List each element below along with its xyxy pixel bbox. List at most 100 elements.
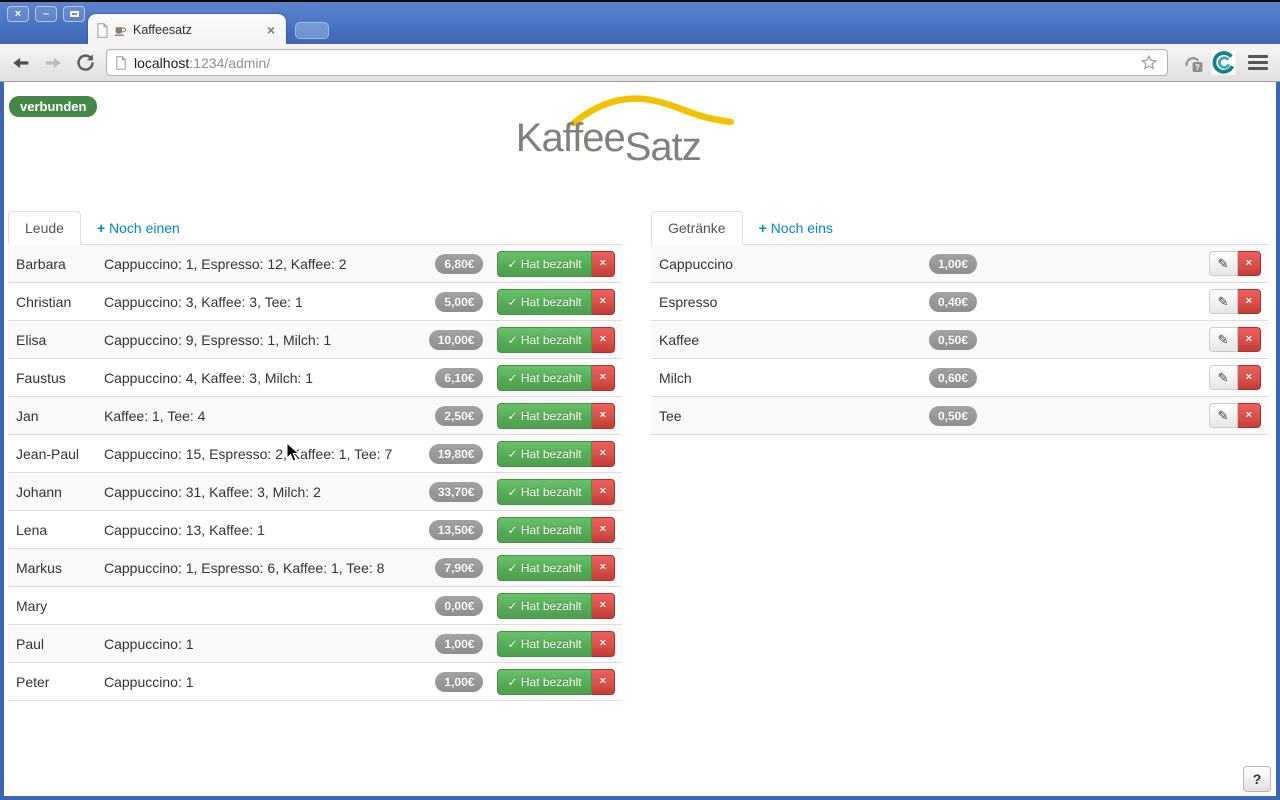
check-icon: ✓ <box>507 333 517 347</box>
person-row: Elisa Cappuccino: 9, Espresso: 1, Milch:… <box>8 321 622 359</box>
delete-person-button[interactable]: × <box>592 365 615 391</box>
window-minimize-icon[interactable]: – <box>35 6 57 22</box>
drink-name: Tee <box>659 408 929 424</box>
check-icon: ✓ <box>507 447 517 461</box>
delete-drink-button[interactable]: × <box>1238 289 1261 314</box>
tab-close-icon[interactable]: × <box>264 22 278 38</box>
logo-part2: Satz <box>625 125 701 169</box>
person-name: Jan <box>16 408 104 424</box>
delete-person-button[interactable]: × <box>592 403 615 429</box>
drinks-tabs: Getränke + Noch eins <box>651 209 1268 245</box>
delete-person-button[interactable]: × <box>592 593 615 619</box>
paid-button[interactable]: ✓ Hat bezahlt <box>497 441 591 467</box>
window-maximize-icon[interactable] <box>63 6 85 22</box>
menu-bar-icon <box>1248 67 1268 70</box>
check-icon: ✓ <box>507 637 517 651</box>
plus-icon: + <box>97 220 105 236</box>
drink-price-badge: 0,60€ <box>929 368 977 388</box>
extension-unlock-icon[interactable]: ? <box>1180 50 1206 76</box>
people-tabs: Leude + Noch einen <box>8 209 622 245</box>
help-button[interactable]: ? <box>1243 766 1271 792</box>
paid-button[interactable]: ✓ Hat bezahlt <box>497 289 591 315</box>
url-page-icon <box>115 56 127 70</box>
menu-button[interactable] <box>1244 51 1272 74</box>
pencil-icon: ✎ <box>1218 256 1229 271</box>
url-input[interactable]: localhost:1234/admin/ <box>106 49 1168 76</box>
delete-person-button[interactable]: × <box>592 517 615 543</box>
person-total-badge: 5,00€ <box>435 292 483 312</box>
delete-person-button[interactable]: × <box>592 289 615 315</box>
person-row: Paul Cappuccino: 1 1,00€ ✓ Hat bezahlt × <box>8 625 622 663</box>
edit-drink-button[interactable]: ✎ <box>1209 327 1238 352</box>
person-total-badge: 2,50€ <box>435 406 483 426</box>
delete-drink-button[interactable]: × <box>1238 327 1261 352</box>
paid-button[interactable]: ✓ Hat bezahlt <box>497 365 591 391</box>
delete-drink-button[interactable]: × <box>1238 251 1261 276</box>
paid-button[interactable]: ✓ Hat bezahlt <box>497 593 591 619</box>
paid-button[interactable]: ✓ Hat bezahlt <box>497 669 591 695</box>
person-name: Jean-Paul <box>16 446 104 462</box>
person-orders: Cappuccino: 9, Espresso: 1, Milch: 1 <box>104 332 429 348</box>
add-drink-link[interactable]: + Noch eins <box>743 212 849 244</box>
tab-people[interactable]: Leude <box>8 211 81 245</box>
check-icon: ✓ <box>507 257 517 271</box>
reload-button[interactable] <box>72 50 98 76</box>
person-name: Paul <box>16 636 104 652</box>
pencil-icon: ✎ <box>1218 332 1229 347</box>
paid-button[interactable]: ✓ Hat bezahlt <box>497 555 591 581</box>
menu-bar-icon <box>1248 61 1268 64</box>
person-orders: Cappuccino: 4, Kaffee: 3, Milch: 1 <box>104 370 435 386</box>
person-total-badge: 1,00€ <box>435 672 483 692</box>
check-icon: ✓ <box>507 485 517 499</box>
delete-drink-button[interactable]: × <box>1238 403 1261 428</box>
back-button[interactable] <box>8 50 34 76</box>
person-name: Mary <box>16 598 104 614</box>
paid-button[interactable]: ✓ Hat bezahlt <box>497 403 591 429</box>
person-total-badge: 13,50€ <box>429 520 484 540</box>
delete-person-button[interactable]: × <box>592 669 615 695</box>
person-name: Elisa <box>16 332 104 348</box>
delete-person-button[interactable]: × <box>592 631 615 657</box>
drink-price-badge: 0,50€ <box>929 330 977 350</box>
delete-person-button[interactable]: × <box>592 441 615 467</box>
new-tab-button[interactable] <box>295 22 329 39</box>
edit-drink-button[interactable]: ✎ <box>1209 403 1238 428</box>
edit-drink-button[interactable]: ✎ <box>1209 289 1238 314</box>
delete-person-button[interactable]: × <box>592 555 615 581</box>
person-name: Johann <box>16 484 104 500</box>
paid-button[interactable]: ✓ Hat bezahlt <box>497 479 591 505</box>
check-icon: ✓ <box>507 409 517 423</box>
delete-drink-button[interactable]: × <box>1238 365 1261 390</box>
person-row: Jan Kaffee: 1, Tee: 4 2,50€ ✓ Hat bezahl… <box>8 397 622 435</box>
pencil-icon: ✎ <box>1218 370 1229 385</box>
forward-button[interactable] <box>40 50 66 76</box>
browser-tab[interactable]: Kaffeesatz × <box>88 14 286 46</box>
paid-button[interactable]: ✓ Hat bezahlt <box>497 517 591 543</box>
drink-row: Milch 0,60€ ✎ × <box>651 359 1268 397</box>
url-text: localhost:1234/admin/ <box>134 55 1139 71</box>
add-person-link[interactable]: + Noch einen <box>81 212 196 244</box>
bookmark-star-icon[interactable] <box>1139 53 1159 73</box>
window-close-icon[interactable]: × <box>7 6 29 22</box>
edit-drink-button[interactable]: ✎ <box>1209 251 1238 276</box>
check-icon: ✓ <box>507 675 517 689</box>
person-row: Peter Cappuccino: 1 1,00€ ✓ Hat bezahlt … <box>8 663 622 701</box>
window-titlebar: × – Kaffeesatz × <box>0 2 1280 44</box>
drink-row: Tee 0,50€ ✎ × <box>651 397 1268 435</box>
paid-button[interactable]: ✓ Hat bezahlt <box>497 631 591 657</box>
extension-swirl-icon[interactable] <box>1210 50 1236 76</box>
delete-person-button[interactable]: × <box>592 327 615 353</box>
paid-button[interactable]: ✓ Hat bezahlt <box>497 327 591 353</box>
delete-person-button[interactable]: × <box>592 479 615 505</box>
paid-button[interactable]: ✓ Hat bezahlt <box>497 251 591 277</box>
drink-price-badge: 1,00€ <box>929 254 977 274</box>
person-row: Johann Cappuccino: 31, Kaffee: 3, Milch:… <box>8 473 622 511</box>
person-row: Barbara Cappuccino: 1, Espresso: 12, Kaf… <box>8 245 622 283</box>
drink-name: Cappuccino <box>659 256 929 272</box>
browser-toolbar: localhost:1234/admin/ ? <box>0 44 1280 82</box>
person-orders: Kaffee: 1, Tee: 4 <box>104 408 435 424</box>
edit-drink-button[interactable]: ✎ <box>1209 365 1238 390</box>
person-name: Lena <box>16 522 104 538</box>
tab-drinks[interactable]: Getränke <box>651 211 743 245</box>
delete-person-button[interactable]: × <box>592 251 615 277</box>
